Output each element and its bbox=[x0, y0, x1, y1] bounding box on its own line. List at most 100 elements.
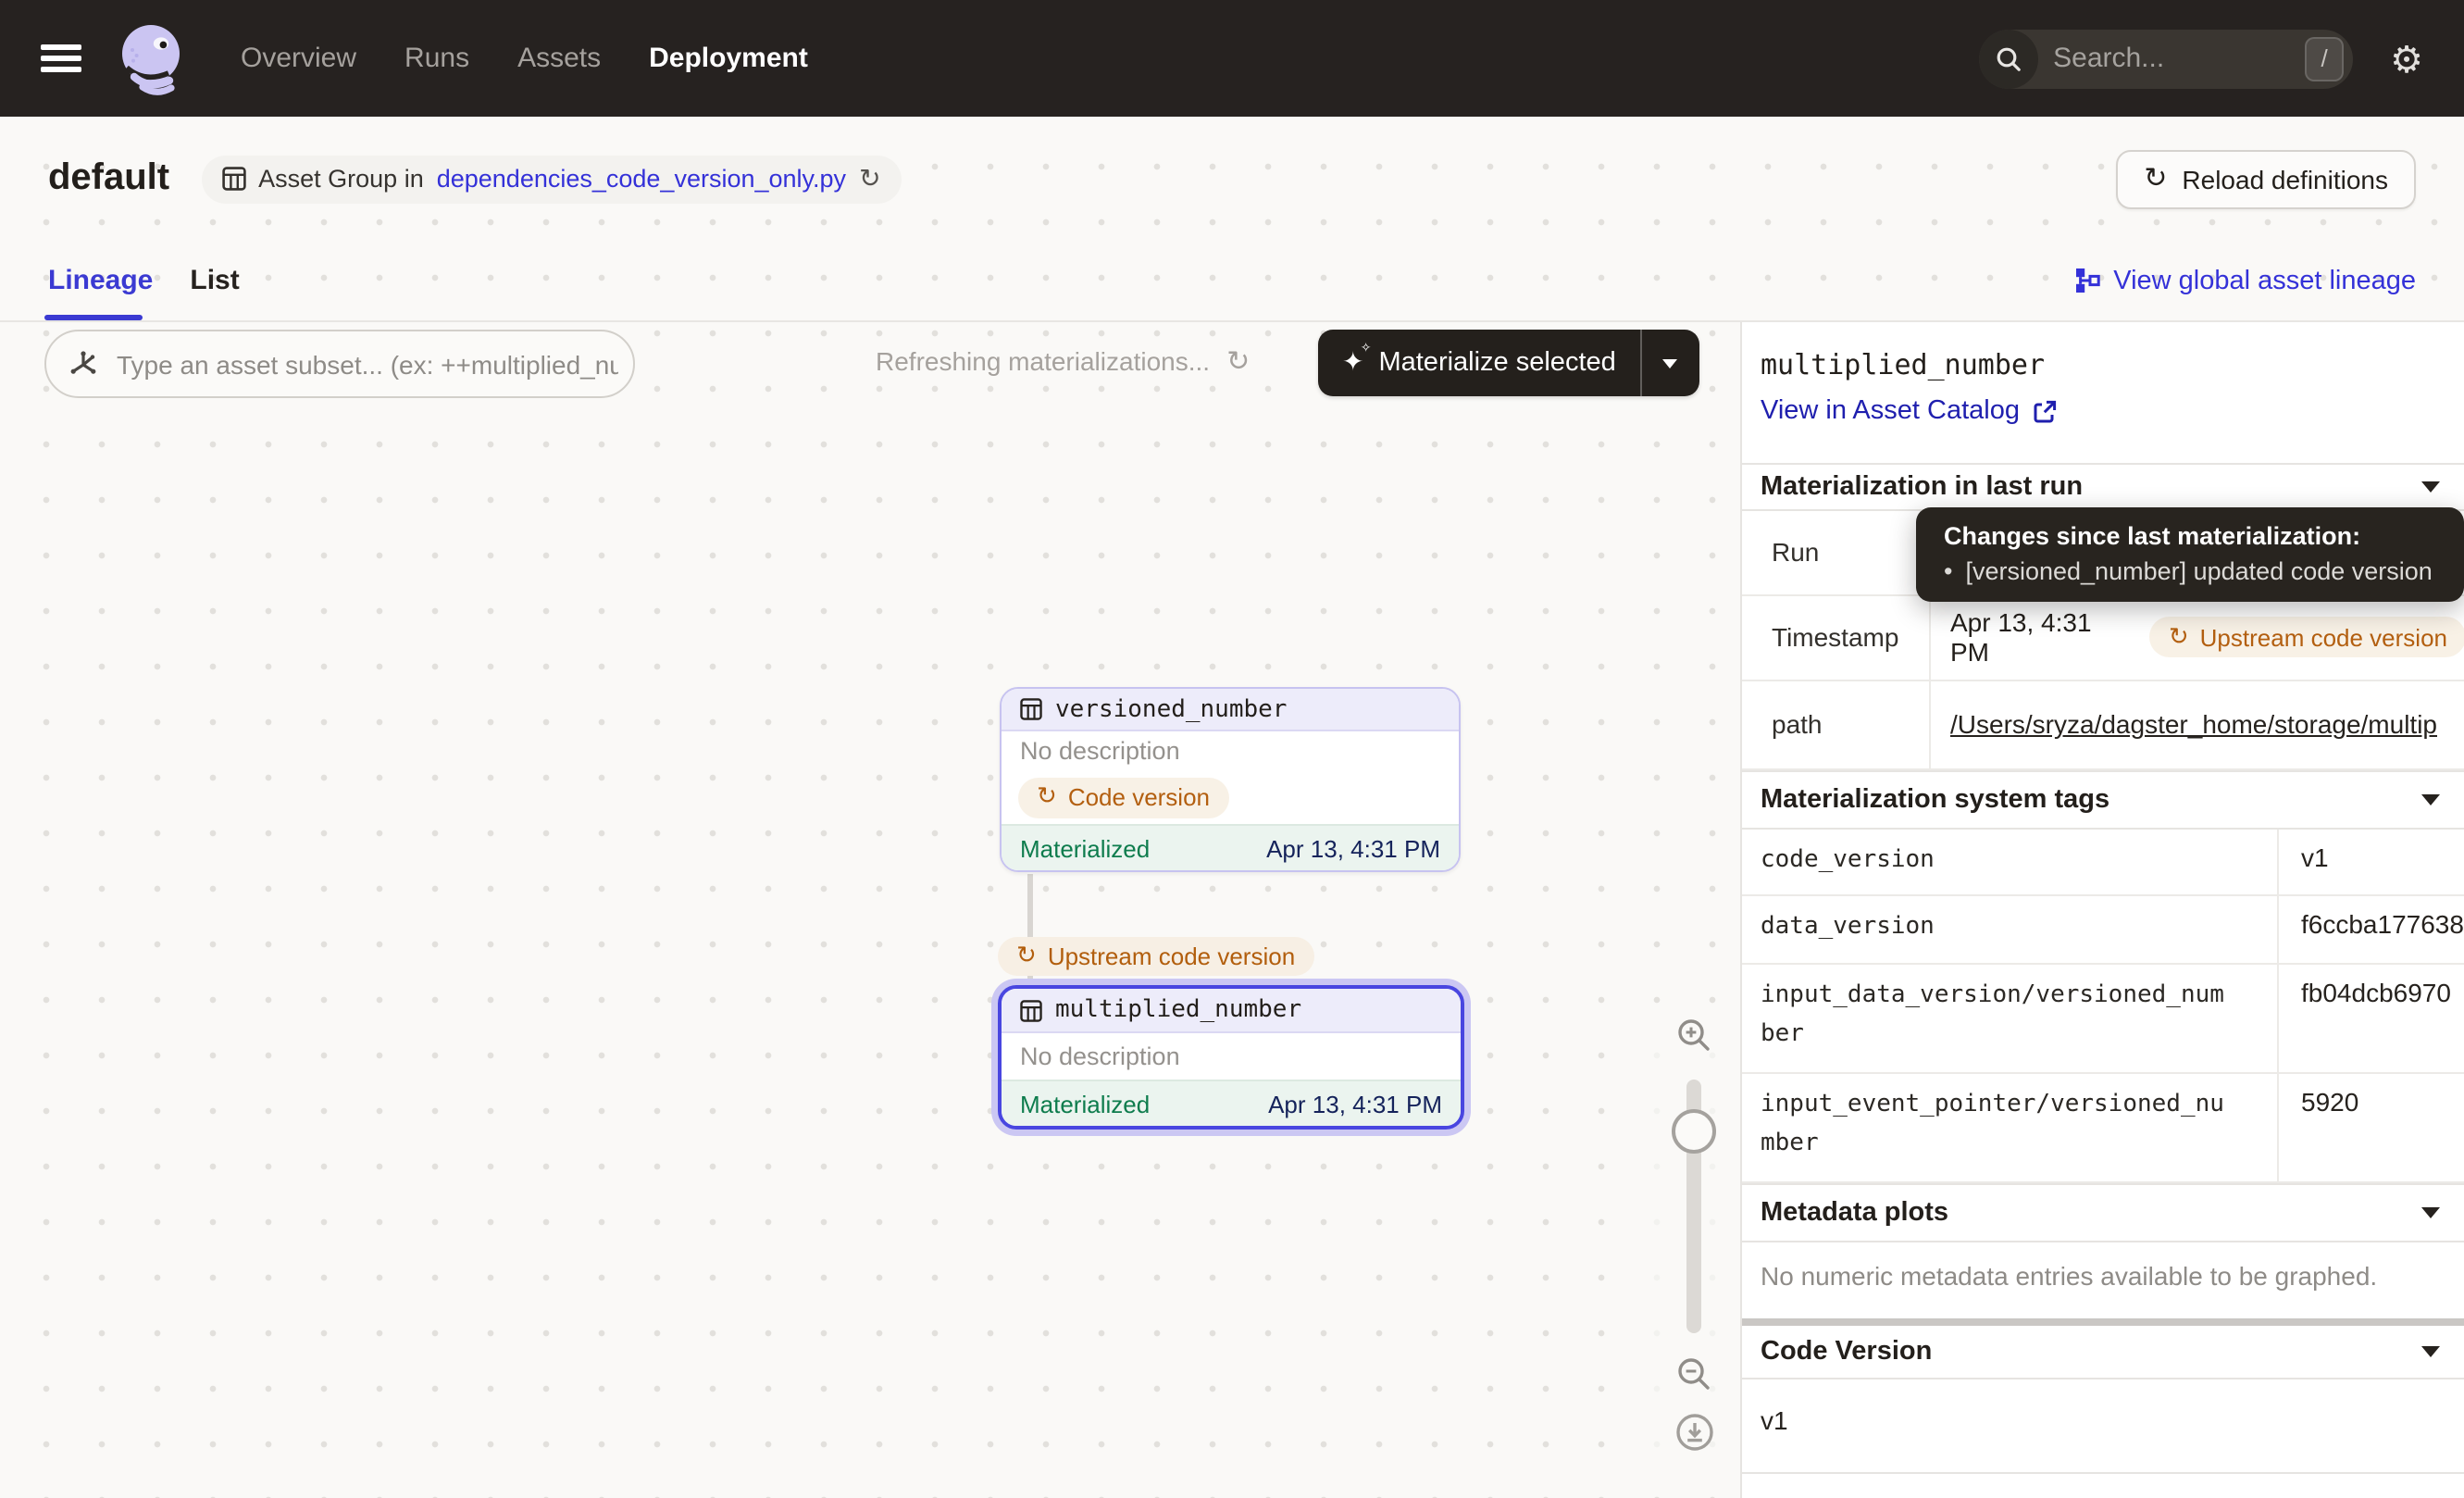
download-graph-icon[interactable] bbox=[1674, 1413, 1713, 1452]
asset-subset-filter[interactable] bbox=[44, 330, 635, 398]
changes-tooltip: Changes since last materialization: • [v… bbox=[1916, 507, 2464, 602]
tag-value: v1 bbox=[2279, 829, 2464, 893]
refresh-spinner-icon[interactable]: ↻ bbox=[1226, 347, 1250, 375]
view-global-asset-lineage-link[interactable]: View global asset lineage bbox=[2072, 266, 2416, 295]
materialization-timestamp[interactable]: Apr 13, 4:31 PM bbox=[1268, 1090, 1442, 1117]
tab-lineage[interactable]: Lineage bbox=[48, 241, 153, 320]
materialize-dropdown-button[interactable] bbox=[1642, 330, 1699, 396]
section-divider bbox=[1742, 1317, 2464, 1325]
zoom-slider-handle[interactable] bbox=[1672, 1109, 1716, 1154]
path-link[interactable]: /Users/sryza/dagster_home/storage/multip bbox=[1950, 710, 2437, 740]
table-row-code-version: code_version v1 bbox=[1742, 829, 2464, 895]
tab-list[interactable]: List bbox=[190, 241, 239, 320]
zoom-out-icon[interactable] bbox=[1674, 1354, 1714, 1394]
table-grid-icon bbox=[221, 167, 245, 191]
reload-definitions-button[interactable]: ↻ Reload definitions bbox=[2116, 149, 2416, 208]
upstream-code-version-badge: ↻ Upstream code version bbox=[998, 937, 1313, 976]
tag-value: f6ccba177638 bbox=[2279, 895, 2464, 962]
reload-icon: ↻ bbox=[2144, 165, 2167, 193]
materialization-timestamp[interactable]: Apr 13, 4:31 PM bbox=[1266, 834, 1440, 862]
search-shortcut-badge: / bbox=[2305, 36, 2344, 81]
page-title: default bbox=[48, 157, 169, 200]
collapse-caret-icon bbox=[2421, 794, 2440, 805]
settings-gear-icon[interactable]: ⚙ bbox=[2390, 40, 2423, 77]
table-grid-icon bbox=[1020, 999, 1042, 1021]
tag-value: fb04dcb6970 bbox=[2279, 964, 2464, 1072]
top-navbar: Overview Runs Assets Deployment / ⚙ bbox=[0, 0, 2464, 117]
tag-value: 5920 bbox=[2279, 1074, 2464, 1180]
section-metadata-plots[interactable]: Metadata plots bbox=[1742, 1182, 2464, 1242]
chevron-down-icon bbox=[1663, 358, 1678, 368]
code-version-icon: ↻ bbox=[1037, 785, 1057, 809]
nav-item-assets[interactable]: Assets bbox=[517, 43, 601, 74]
asset-details-panel: multiplied_number View in Asset Catalog … bbox=[1740, 322, 2464, 1498]
tooltip-change-item: [versioned_number] updated code version bbox=[1965, 557, 2432, 585]
nav-item-overview[interactable]: Overview bbox=[241, 43, 356, 74]
menu-icon[interactable] bbox=[41, 44, 81, 72]
asset-node-multiplied-number[interactable]: multiplied_number No description Materia… bbox=[998, 985, 1464, 1130]
primary-nav: Overview Runs Assets Deployment bbox=[241, 43, 808, 74]
table-row-timestamp: Timestamp Apr 13, 4:31 PM ↻ Upstream cod… bbox=[1742, 595, 2464, 680]
table-row-input-event-pointer: input_event_pointer/versioned_number 592… bbox=[1742, 1074, 2464, 1182]
asset-subset-input[interactable] bbox=[113, 347, 622, 381]
section-config[interactable]: Config bbox=[1742, 1471, 2464, 1498]
dagster-logo-icon[interactable] bbox=[111, 18, 193, 99]
metadata-plots-empty-message: No numeric metadata entries available to… bbox=[1761, 1261, 2377, 1291]
asset-name: multiplied_number bbox=[1055, 996, 1301, 1024]
status-badge: Materialized bbox=[1020, 834, 1150, 862]
search-input[interactable] bbox=[2038, 43, 2305, 74]
table-grid-icon bbox=[1020, 698, 1042, 720]
timestamp-value: Apr 13, 4:31 PM bbox=[1950, 607, 2132, 667]
view-tabs: Lineage List View global asset lineage bbox=[0, 241, 2464, 322]
upstream-code-version-badge: ↻ Upstream code version bbox=[2150, 617, 2464, 657]
asset-node-versioned-number[interactable]: versioned_number No description ↻ Code v… bbox=[1000, 687, 1461, 872]
graph-zoom-controls bbox=[1653, 1011, 1735, 1452]
view-in-asset-catalog-link[interactable]: View in Asset Catalog bbox=[1761, 396, 2057, 426]
table-row-input-data-version: input_data_version/versioned_number fb04… bbox=[1742, 964, 2464, 1074]
zoom-in-icon[interactable] bbox=[1674, 1015, 1714, 1055]
asset-group-badge: Asset Group in dependencies_code_version… bbox=[201, 155, 901, 203]
asset-group-prefix: Asset Group in bbox=[258, 165, 424, 193]
asset-group-file-link[interactable]: dependencies_code_version_only.py bbox=[437, 165, 846, 193]
code-version-icon: ↻ bbox=[1016, 944, 1037, 968]
collapse-caret-icon bbox=[2421, 1345, 2440, 1356]
op-selector-icon bbox=[68, 349, 98, 379]
materialize-selected-button[interactable]: ✦✧ Materialize selected bbox=[1318, 330, 1699, 396]
dagster-app: Overview Runs Assets Deployment / ⚙ defa… bbox=[0, 0, 2464, 1498]
lineage-graph-icon bbox=[2072, 267, 2100, 294]
section-code-version[interactable]: Code Version bbox=[1742, 1325, 2464, 1379]
nav-item-runs[interactable]: Runs bbox=[404, 43, 469, 74]
table-row-data-version: data_version f6ccba177638 bbox=[1742, 895, 2464, 964]
section-materialization-in-last-run[interactable]: Materialization in last run bbox=[1742, 463, 2464, 511]
refresh-status: Refreshing materializations... ↻ bbox=[876, 346, 1250, 376]
code-version-icon: ↻ bbox=[2169, 625, 2189, 649]
collapse-caret-icon bbox=[2421, 481, 2440, 493]
tag-key: data_version bbox=[1761, 906, 2231, 946]
tag-key: input_data_version/versioned_number bbox=[1761, 975, 2231, 1055]
bullet-glyph: • bbox=[1944, 557, 1952, 585]
global-search[interactable]: / bbox=[1979, 29, 2353, 88]
nav-item-deployment[interactable]: Deployment bbox=[649, 43, 808, 74]
tag-key: code_version bbox=[1761, 840, 2231, 880]
selected-asset-title: multiplied_number bbox=[1761, 348, 2045, 381]
asset-lineage-graph[interactable]: Refreshing materializations... ↻ ✦✧ Mate… bbox=[0, 322, 1740, 1498]
refresh-icon[interactable]: ↻ bbox=[859, 166, 880, 192]
zoom-slider-track[interactable] bbox=[1686, 1080, 1701, 1333]
sparkle-icon: ✦✧ bbox=[1342, 350, 1363, 376]
external-link-icon bbox=[2033, 399, 2057, 423]
active-tab-underline bbox=[44, 315, 143, 320]
section-materialization-system-tags[interactable]: Materialization system tags bbox=[1742, 770, 2464, 829]
path-label: path bbox=[1742, 680, 1930, 768]
page-header: default Asset Group in dependencies_code… bbox=[0, 117, 2464, 241]
table-row-path: path /Users/sryza/dagster_home/storage/m… bbox=[1742, 680, 2464, 770]
status-badge: Materialized bbox=[1020, 1090, 1150, 1117]
collapse-caret-icon bbox=[2421, 1206, 2440, 1217]
run-label: Run bbox=[1742, 511, 1930, 593]
search-icon bbox=[1979, 29, 2038, 88]
tag-key: input_event_pointer/versioned_number bbox=[1761, 1085, 2231, 1165]
asset-description: No description bbox=[1002, 731, 1459, 770]
timestamp-label: Timestamp bbox=[1742, 595, 1930, 679]
tooltip-title: Changes since last materialization: bbox=[1944, 522, 2464, 550]
code-version-badge: ↻ Code version bbox=[1018, 777, 1228, 818]
asset-name: versioned_number bbox=[1055, 695, 1287, 723]
